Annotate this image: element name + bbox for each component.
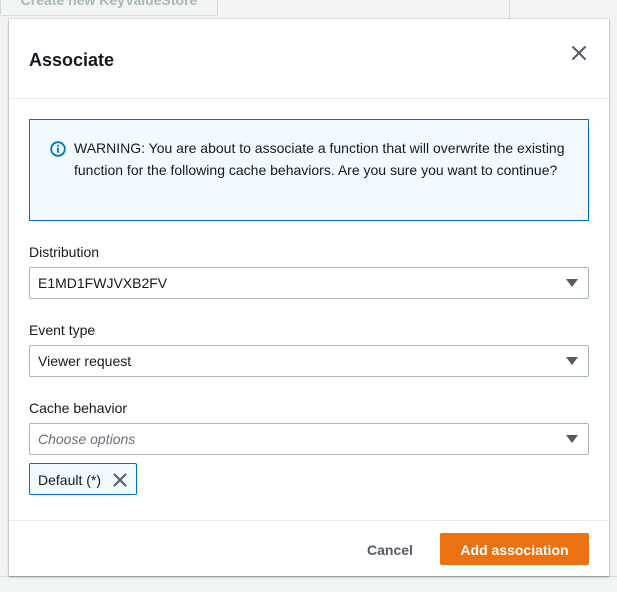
token-label: Default (*) bbox=[38, 472, 102, 488]
cancel-button[interactable]: Cancel bbox=[351, 533, 429, 565]
close-icon bbox=[572, 46, 586, 60]
create-keyvaluestore-button[interactable]: Create new KeyValueStore bbox=[0, 0, 218, 16]
event-type-value: Viewer request bbox=[38, 353, 132, 369]
cache-behavior-token: Default (*) bbox=[29, 463, 137, 495]
distribution-value: E1MD1FWJVXB2FV bbox=[38, 275, 168, 291]
cache-behavior-label: Cache behavior bbox=[29, 400, 128, 416]
alert-message: WARNING: You are about to associate a fu… bbox=[74, 140, 565, 178]
caret-down-icon bbox=[566, 357, 578, 365]
cache-behavior-multiselect[interactable]: Choose options bbox=[29, 423, 589, 455]
modal-header: Associate bbox=[9, 19, 609, 99]
warning-alert: WARNING: You are about to associate a fu… bbox=[29, 119, 589, 221]
event-type-select[interactable]: Viewer request bbox=[29, 345, 589, 377]
caret-down-icon bbox=[566, 279, 578, 287]
event-type-label: Event type bbox=[29, 322, 96, 338]
background-divider bbox=[509, 0, 510, 20]
modal-title: Associate bbox=[29, 50, 115, 70]
distribution-label: Distribution bbox=[29, 244, 100, 260]
dismiss-icon[interactable] bbox=[112, 472, 128, 488]
distribution-select[interactable]: E1MD1FWJVXB2FV bbox=[29, 267, 589, 299]
close-button[interactable] bbox=[567, 41, 591, 65]
info-icon bbox=[50, 141, 66, 157]
caret-down-icon bbox=[566, 435, 578, 443]
modal-footer: Cancel Add association bbox=[9, 520, 609, 576]
add-association-button[interactable]: Add association bbox=[440, 533, 589, 565]
associate-modal: Associate WARNING: You are about to asso… bbox=[9, 19, 609, 576]
background-divider bbox=[0, 576, 617, 577]
cache-behavior-placeholder: Choose options bbox=[38, 431, 136, 447]
